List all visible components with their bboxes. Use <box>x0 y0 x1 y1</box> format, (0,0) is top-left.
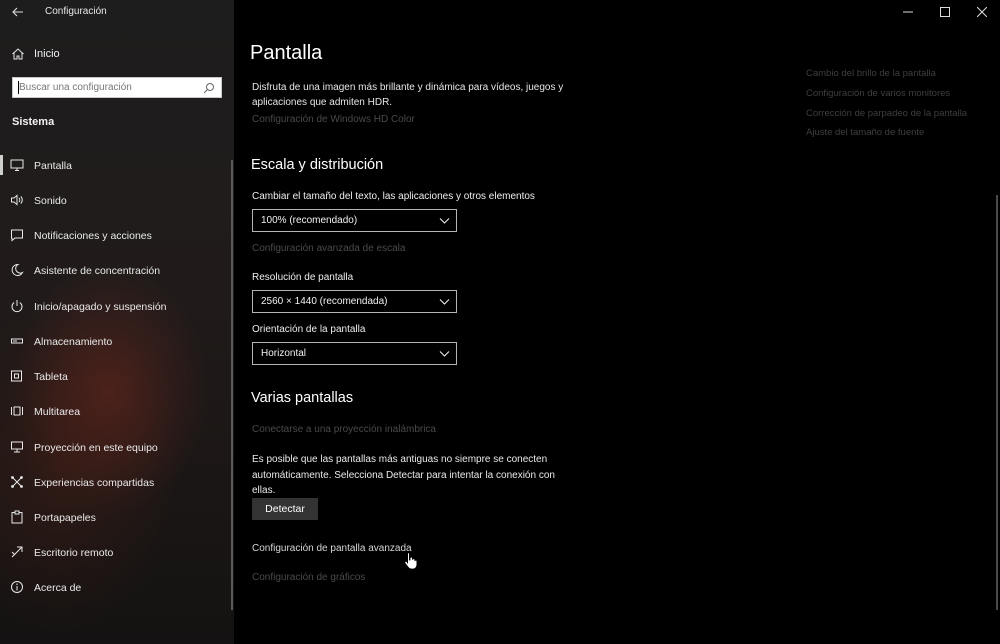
sidebar-item-label: Escritorio remoto <box>34 547 114 559</box>
related-link-font-size[interactable]: Ajuste del tamaño de fuente <box>806 127 924 138</box>
sidebar-item-label: Notificaciones y acciones <box>34 230 152 242</box>
scale-label: Cambiar el tamaño del texto, las aplicac… <box>252 191 535 202</box>
power-icon <box>11 300 23 313</box>
sidebar-item-label: Inicio <box>34 48 60 60</box>
minimize-button[interactable] <box>889 0 926 24</box>
sidebar-item-concentracion[interactable]: Asistente de concentración <box>0 256 232 284</box>
app-title: Configuración <box>45 6 107 17</box>
related-link-multiple-monitors[interactable]: Configuración de varios monitores <box>806 88 950 99</box>
dropdown-value: Horizontal <box>261 348 307 359</box>
main-content: Pantalla Disfruta de una imagen más bril… <box>234 0 1000 644</box>
clipboard-icon <box>11 510 23 524</box>
sidebar-item-portapapeles[interactable]: Portapapeles <box>0 503 232 531</box>
notification-icon <box>11 229 23 242</box>
sidebar-item-sonido[interactable]: Sonido <box>0 186 232 214</box>
chevron-down-icon <box>439 218 450 224</box>
minimize-icon <box>902 11 913 13</box>
sidebar-item-home[interactable]: Inicio <box>0 42 234 66</box>
hand-pointer-icon <box>404 552 417 570</box>
windows-hd-color-link[interactable]: Configuración de Windows HD Color <box>252 114 415 125</box>
shared-icon <box>11 476 23 488</box>
advanced-scale-link[interactable]: Configuración avanzada de escala <box>252 243 405 254</box>
dropdown-value: 2560 × 1440 (recomendada) <box>261 296 388 307</box>
sidebar-item-experiencias[interactable]: Experiencias compartidas <box>0 468 232 496</box>
sidebar-item-escritorio-remoto[interactable]: Escritorio remoto <box>0 538 232 566</box>
sidebar-item-label: Multitarea <box>34 406 81 418</box>
page-title: Pantalla <box>250 42 323 64</box>
multiple-displays-heading: Varias pantallas <box>251 390 354 406</box>
resolution-dropdown[interactable]: 2560 × 1440 (recomendada) <box>252 290 457 313</box>
moon-icon <box>11 263 24 276</box>
search-input[interactable] <box>19 80 199 95</box>
advanced-display-settings-link[interactable]: Configuración de pantalla avanzada <box>252 543 412 554</box>
chevron-down-icon <box>439 299 450 305</box>
sidebar-item-label: Portapapeles <box>34 512 96 524</box>
orientation-label: Orientación de la pantalla <box>252 324 366 335</box>
maximize-button[interactable] <box>926 0 963 24</box>
resolution-label: Resolución de pantalla <box>252 272 354 283</box>
search-box[interactable] <box>12 77 222 98</box>
sidebar-item-pantalla[interactable]: Pantalla <box>0 151 232 179</box>
section-label: Sistema <box>12 116 55 128</box>
back-button[interactable] <box>9 3 27 21</box>
storage-icon <box>11 338 23 344</box>
sidebar-item-notificaciones[interactable]: Notificaciones y acciones <box>0 221 232 249</box>
sidebar-item-label: Sonido <box>34 195 67 207</box>
sidebar-item-label: Pantalla <box>34 160 72 172</box>
back-arrow-icon <box>12 7 23 17</box>
hdr-description: Disfruta de una imagen más brillante y d… <box>252 82 564 108</box>
maximize-icon <box>939 7 950 17</box>
sidebar-item-multitarea[interactable]: Multitarea <box>0 397 232 425</box>
speaker-icon <box>11 194 23 206</box>
related-link-brightness[interactable]: Cambio del brillo de la pantalla <box>806 68 936 79</box>
sidebar-item-label: Proyección en este equipo <box>34 442 158 454</box>
sidebar-item-label: Inicio/apagado y suspensión <box>34 301 167 313</box>
window-controls <box>889 0 1000 24</box>
scale-heading: Escala y distribución <box>251 157 384 173</box>
orientation-dropdown[interactable]: Horizontal <box>252 342 457 365</box>
selection-indicator <box>0 155 3 175</box>
sidebar-item-acerca-de[interactable]: Acerca de <box>0 573 232 601</box>
sidebar-item-energia[interactable]: Inicio/apagado y suspensión <box>0 292 232 320</box>
wireless-display-link[interactable]: Conectarse a una proyección inalámbrica <box>252 424 436 435</box>
titlebar: Configuración <box>0 0 234 24</box>
close-button[interactable] <box>963 0 1000 24</box>
multitask-icon <box>11 406 23 416</box>
chevron-down-icon <box>439 351 450 357</box>
sidebar-item-label: Experiencias compartidas <box>34 477 155 489</box>
search-icon[interactable] <box>203 82 215 94</box>
sidebar-item-label: Asistente de concentración <box>34 265 161 277</box>
sidebar-item-proyeccion[interactable]: Proyección en este equipo <box>0 433 232 461</box>
home-icon <box>12 48 24 60</box>
info-icon <box>11 581 23 593</box>
sidebar-scrollbar[interactable] <box>231 160 233 610</box>
dropdown-value: 100% (recomendado) <box>261 215 358 226</box>
sidebar-item-label: Almacenamiento <box>34 336 113 348</box>
scale-dropdown[interactable]: 100% (recomendado) <box>252 209 457 232</box>
sidebar-item-label: Tableta <box>34 371 68 383</box>
projection-icon <box>11 441 23 453</box>
detect-button[interactable]: Detectar <box>252 498 318 520</box>
sidebar: Configuración Inicio Sistema Pantalla So… <box>0 0 234 644</box>
sidebar-item-tableta[interactable]: Tableta <box>0 362 232 390</box>
related-link-flicker[interactable]: Corrección de parpadeo de la pantalla <box>806 108 967 119</box>
graphics-settings-link[interactable]: Configuración de gráficos <box>252 572 365 583</box>
monitor-icon <box>10 159 24 171</box>
tablet-icon <box>11 370 22 382</box>
remote-icon <box>11 546 23 558</box>
close-icon <box>976 7 987 17</box>
sidebar-item-almacenamiento[interactable]: Almacenamiento <box>0 327 232 355</box>
detect-info-text: Es posible que las pantallas más antigua… <box>252 454 555 496</box>
main-scrollbar[interactable] <box>996 195 998 610</box>
sidebar-item-label: Acerca de <box>34 582 82 594</box>
